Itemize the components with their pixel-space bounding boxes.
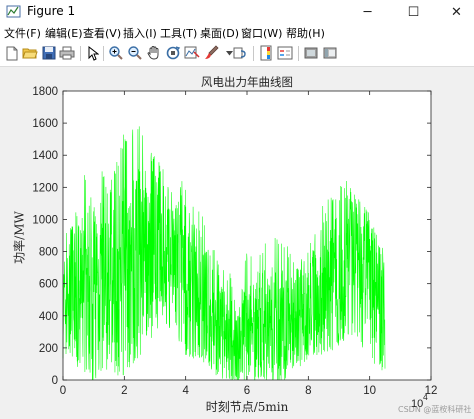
x-tick-label: 2 — [121, 385, 127, 397]
y-tick-label: 1800 — [32, 86, 58, 98]
y-tick-label: 1200 — [32, 182, 58, 194]
y-tick-label: 1600 — [32, 118, 58, 130]
y-tick-label: 600 — [39, 279, 58, 291]
line-chart[interactable]: 0 200 400 600 800 1000 1200 1400 1600 1800 0 2 4 6 8 10… — [0, 0, 474, 419]
x-tick-label: 0 — [60, 385, 66, 397]
x-tick-label: 4 — [182, 385, 189, 397]
y-axis-label: 功率/MW — [12, 211, 27, 264]
y-tick-label: 200 — [39, 343, 58, 355]
y-tick-label: 0 — [52, 375, 58, 387]
y-tick-label: 400 — [39, 311, 58, 323]
watermark-text: CSDN @蓝桉科研社 — [398, 405, 472, 414]
x-tick-label: 6 — [244, 385, 250, 397]
y-tick-label: 1400 — [32, 150, 58, 162]
y-tick-label: 1000 — [32, 214, 58, 226]
y-tick-label: 800 — [39, 247, 58, 259]
x-axis-label: 时刻节点/5min — [205, 400, 289, 414]
chart-title: 风电出力年曲线图 — [201, 75, 293, 89]
x-tick-label: 10 — [363, 385, 376, 397]
x-tick-label: 8 — [305, 385, 311, 397]
